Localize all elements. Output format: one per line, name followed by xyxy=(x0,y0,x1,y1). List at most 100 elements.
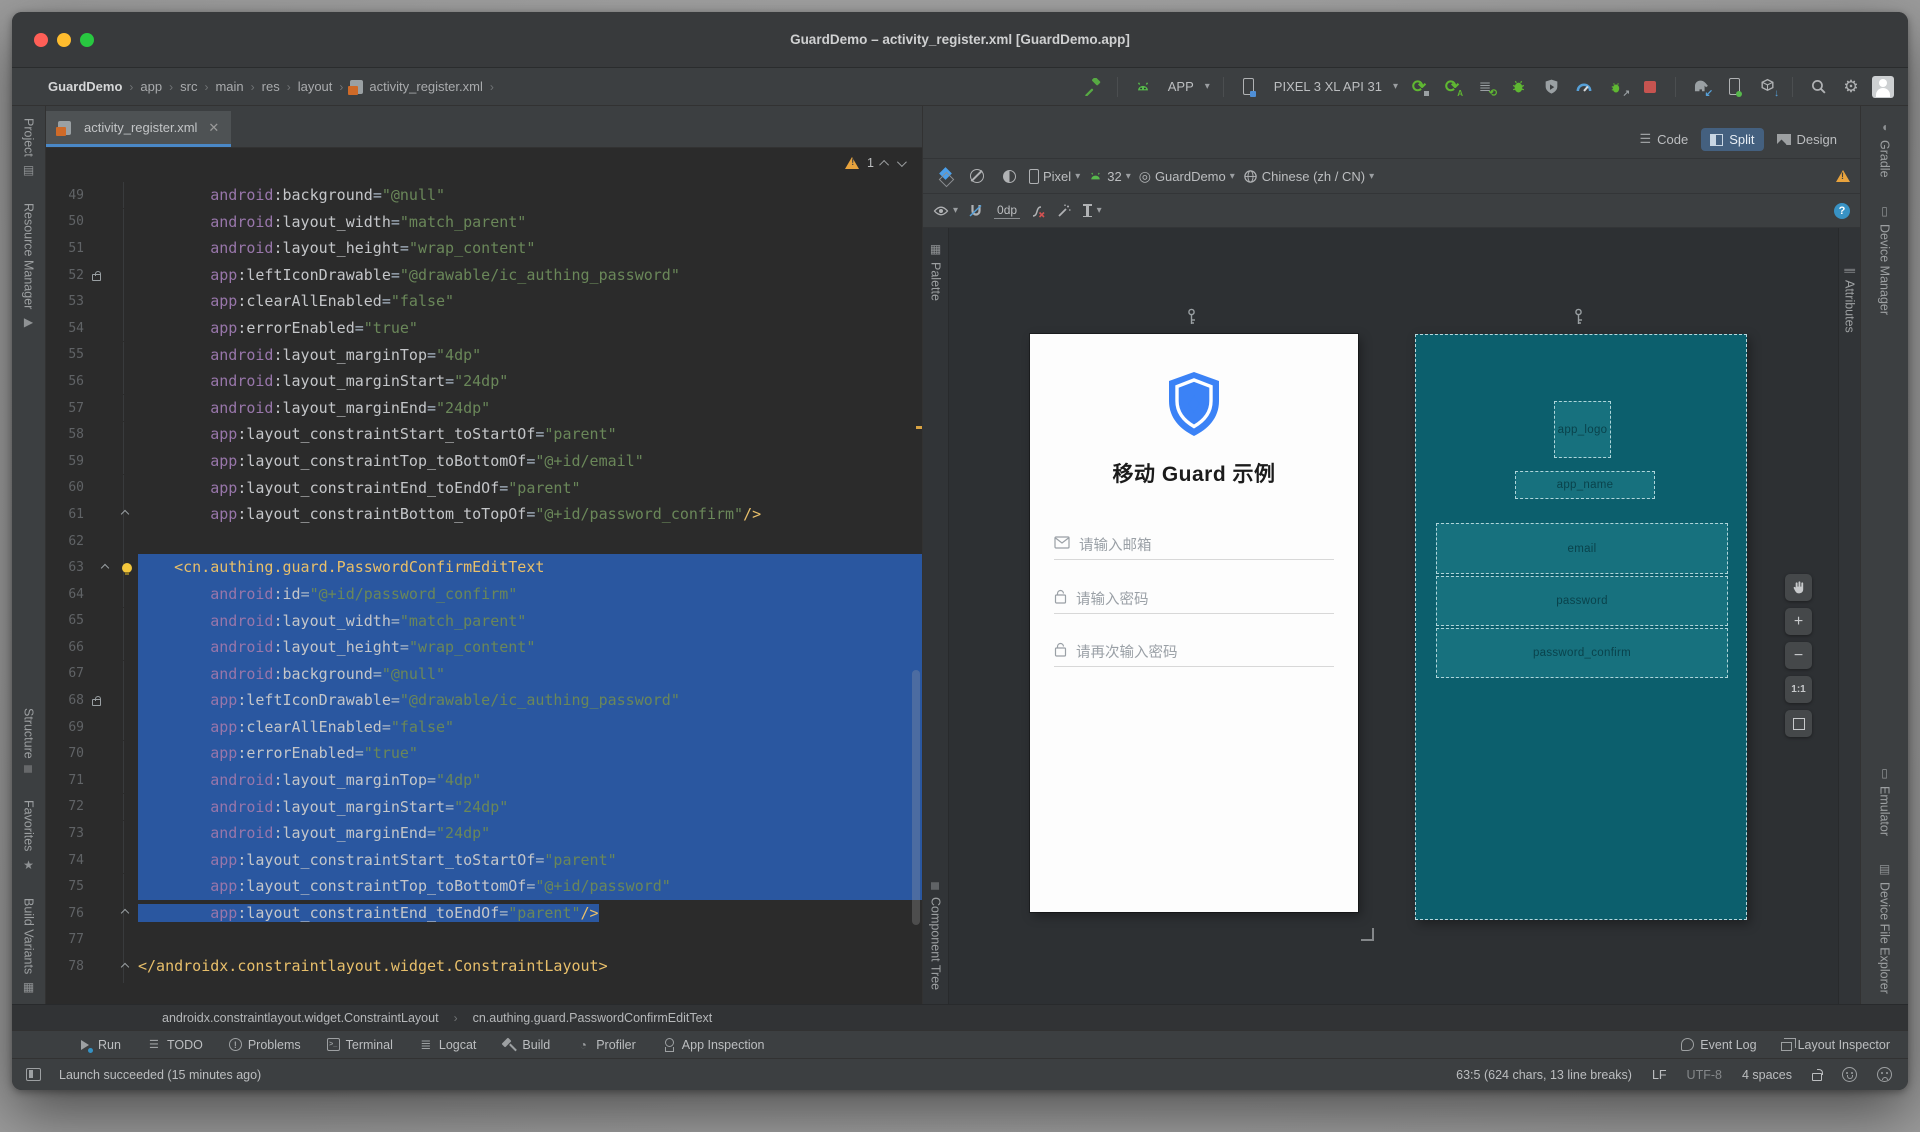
input-field-password[interactable]: 请输入密码 xyxy=(1054,584,1334,614)
code-line-57[interactable]: 57 android:layout_marginEnd="24dp" xyxy=(46,395,922,422)
code-line-63[interactable]: 63 <cn.authing.guard.PasswordConfirmEdit… xyxy=(46,554,922,581)
breadcrumb-item[interactable]: layout xyxy=(298,79,333,94)
zoom-out-button[interactable]: − xyxy=(1785,642,1812,669)
mode-split-button[interactable]: Split xyxy=(1701,128,1763,151)
blueprint-component-email[interactable]: email xyxy=(1436,523,1728,574)
device-manager-icon[interactable] xyxy=(1722,75,1746,99)
next-problem-icon[interactable] xyxy=(897,157,907,167)
zoom-in-button[interactable]: + xyxy=(1785,608,1812,635)
mode-code-button[interactable]: ☰ Code xyxy=(1631,127,1698,151)
code-line-77[interactable]: 77 xyxy=(46,927,922,954)
breadcrumb-item[interactable]: GuardDemo xyxy=(48,79,122,94)
tool-window-button-problems[interactable]: Problems xyxy=(229,1038,301,1052)
stop-icon[interactable] xyxy=(1638,75,1662,99)
gradle-sync-icon[interactable]: ↙ xyxy=(1689,75,1713,99)
tool-window-tab-project[interactable]: Project▤ xyxy=(22,118,36,177)
pan-hand-button[interactable] xyxy=(1785,574,1812,601)
profile-app-icon[interactable] xyxy=(1539,75,1563,99)
breadcrumb-item[interactable]: activity_register.xml xyxy=(369,79,482,94)
code-line-49[interactable]: 49 android:background="@null" xyxy=(46,182,922,209)
tool-window-button-profiler[interactable]: Profiler xyxy=(576,1038,636,1052)
attributes-tab[interactable]: ⫼Attributes xyxy=(1843,268,1857,332)
api-version-select[interactable]: 32▾ xyxy=(1088,169,1131,184)
orientation-icon[interactable] xyxy=(965,164,989,188)
zoom-actual-button[interactable]: 1:1 xyxy=(1785,676,1812,703)
target-device-select[interactable]: PIXEL 3 XL API 31 xyxy=(1274,79,1382,94)
help-icon[interactable]: ? xyxy=(1834,203,1850,219)
code-line-53[interactable]: 53 app:clearAllEnabled="false" xyxy=(46,288,922,315)
render-warning-icon[interactable] xyxy=(1836,170,1850,182)
attach-debugger-icon[interactable]: ↗ xyxy=(1605,75,1629,99)
status-message[interactable]: Launch succeeded (15 minutes ago) xyxy=(59,1068,261,1082)
tool-window-tab-gradle[interactable]: ◖Gradle xyxy=(1878,120,1892,178)
sdk-manager-icon[interactable]: ↓ xyxy=(1755,75,1779,99)
tool-window-tab-resource-manager[interactable]: Resource Manager▶ xyxy=(22,203,36,329)
locale-select[interactable]: Chinese (zh / CN)▾ xyxy=(1243,169,1374,184)
inspection-widget[interactable]: 1 xyxy=(845,156,904,170)
tool-window-button-logcat[interactable]: Logcat xyxy=(419,1038,477,1052)
code-line-72[interactable]: 72 android:layout_marginStart="24dp" xyxy=(46,794,922,821)
autoconnect-icon[interactable] xyxy=(968,203,984,219)
tool-windows-icon[interactable] xyxy=(26,1068,41,1081)
layout-inspector-button[interactable]: Layout Inspector xyxy=(1781,1038,1890,1052)
input-field-password[interactable]: 请再次输入密码 xyxy=(1054,637,1334,667)
tool-window-tab-emulator[interactable]: ▯Emulator xyxy=(1878,766,1892,836)
code-line-73[interactable]: 73 android:layout_marginEnd="24dp" xyxy=(46,820,922,847)
unlock-icon[interactable] xyxy=(1812,1073,1822,1081)
breadcrumb-item[interactable]: main xyxy=(215,79,243,94)
design-surface-icon[interactable] xyxy=(933,164,957,188)
tab-activity-register-xml[interactable]: activity_register.xml ✕ xyxy=(46,111,231,147)
build-icon[interactable] xyxy=(1080,75,1104,99)
blueprint-component-password_confirm[interactable]: password_confirm xyxy=(1436,628,1728,678)
design-canvas[interactable]: 移动 Guard 示例 请输入邮箱请输入密码请再次输入密码 app_logoap… xyxy=(949,228,1838,1004)
debug-icon[interactable] xyxy=(1506,75,1530,99)
indent-setting[interactable]: 4 spaces xyxy=(1742,1068,1792,1082)
editor-scrollbar[interactable] xyxy=(912,670,920,925)
tool-window-button-run[interactable]: Run xyxy=(78,1038,121,1052)
line-ending[interactable]: LF xyxy=(1652,1068,1667,1082)
code-line-55[interactable]: 55 android:layout_marginTop="4dp" xyxy=(46,342,922,369)
apply-changes-icon[interactable]: ⟳ xyxy=(1407,75,1431,99)
code-line-66[interactable]: 66 android:layout_height="wrap_content" xyxy=(46,634,922,661)
default-margin-value[interactable]: 0dp xyxy=(994,203,1020,219)
code-line-51[interactable]: 51 android:layout_height="wrap_content" xyxy=(46,235,922,262)
warning-stripe-mark[interactable] xyxy=(916,426,922,429)
code-line-69[interactable]: 69 app:clearAllEnabled="false" xyxy=(46,714,922,741)
zoom-fit-button[interactable] xyxy=(1785,710,1812,737)
breadcrumb-item[interactable]: res xyxy=(262,79,280,94)
tool-window-tab-device-manager[interactable]: ▯Device Manager xyxy=(1878,204,1892,315)
settings-icon[interactable]: ⚙ xyxy=(1839,75,1863,99)
caret-position[interactable]: 63:5 (624 chars, 13 line breaks) xyxy=(1456,1068,1632,1082)
code-line-50[interactable]: 50 android:layout_width="match_parent" xyxy=(46,209,922,236)
infer-constraints-icon[interactable] xyxy=(1056,203,1072,219)
code-line-59[interactable]: 59 app:layout_constraintTop_toBottomOf="… xyxy=(46,448,922,475)
code-line-56[interactable]: 56 android:layout_marginStart="24dp" xyxy=(46,368,922,395)
mode-design-button[interactable]: Design xyxy=(1768,128,1846,151)
search-icon[interactable] xyxy=(1806,75,1830,99)
code-line-71[interactable]: 71 android:layout_marginTop="4dp" xyxy=(46,767,922,794)
theme-select[interactable]: ◎GuardDemo▾ xyxy=(1139,169,1235,184)
tool-window-button-inspect[interactable]: App Inspection xyxy=(662,1038,765,1052)
guideline-icon[interactable]: ▾ xyxy=(1082,204,1102,217)
code-line-60[interactable]: 60 app:layout_constraintEnd_toEndOf="par… xyxy=(46,475,922,502)
input-field-email[interactable]: 请输入邮箱 xyxy=(1054,530,1334,560)
code-line-61[interactable]: 61 app:layout_constraintBottom_toTopOf="… xyxy=(46,501,922,528)
tool-window-button-todo[interactable]: TODO xyxy=(147,1038,203,1052)
tool-window-button-build[interactable]: Build xyxy=(502,1038,550,1052)
tool-window-tab-build-variants[interactable]: Build Variants▦ xyxy=(22,898,36,994)
tool-window-button-terminal[interactable]: Terminal xyxy=(327,1038,393,1052)
clear-constraints-icon[interactable] xyxy=(1030,203,1046,219)
breadcrumb-root[interactable]: androidx.constraintlayout.widget.Constra… xyxy=(162,1011,439,1025)
apply-code-changes-icon[interactable]: ⟳A xyxy=(1440,75,1464,99)
code-line-64[interactable]: 64 android:id="@+id/password_confirm" xyxy=(46,581,922,608)
previous-problem-icon[interactable] xyxy=(879,159,889,169)
night-mode-icon[interactable] xyxy=(997,164,1021,188)
blueprint-component-password[interactable]: password xyxy=(1436,576,1728,626)
code-line-52[interactable]: 52 app:leftIconDrawable="@drawable/ic_au… xyxy=(46,262,922,289)
code-line-67[interactable]: 67 android:background="@null" xyxy=(46,661,922,688)
code-line-54[interactable]: 54 app:errorEnabled="true" xyxy=(46,315,922,342)
event-log-button[interactable]: Event Log xyxy=(1681,1038,1756,1052)
run-configuration-select[interactable]: APP xyxy=(1168,79,1194,94)
view-options-icon[interactable]: ▾ xyxy=(933,203,958,219)
file-encoding[interactable]: UTF-8 xyxy=(1687,1068,1722,1082)
